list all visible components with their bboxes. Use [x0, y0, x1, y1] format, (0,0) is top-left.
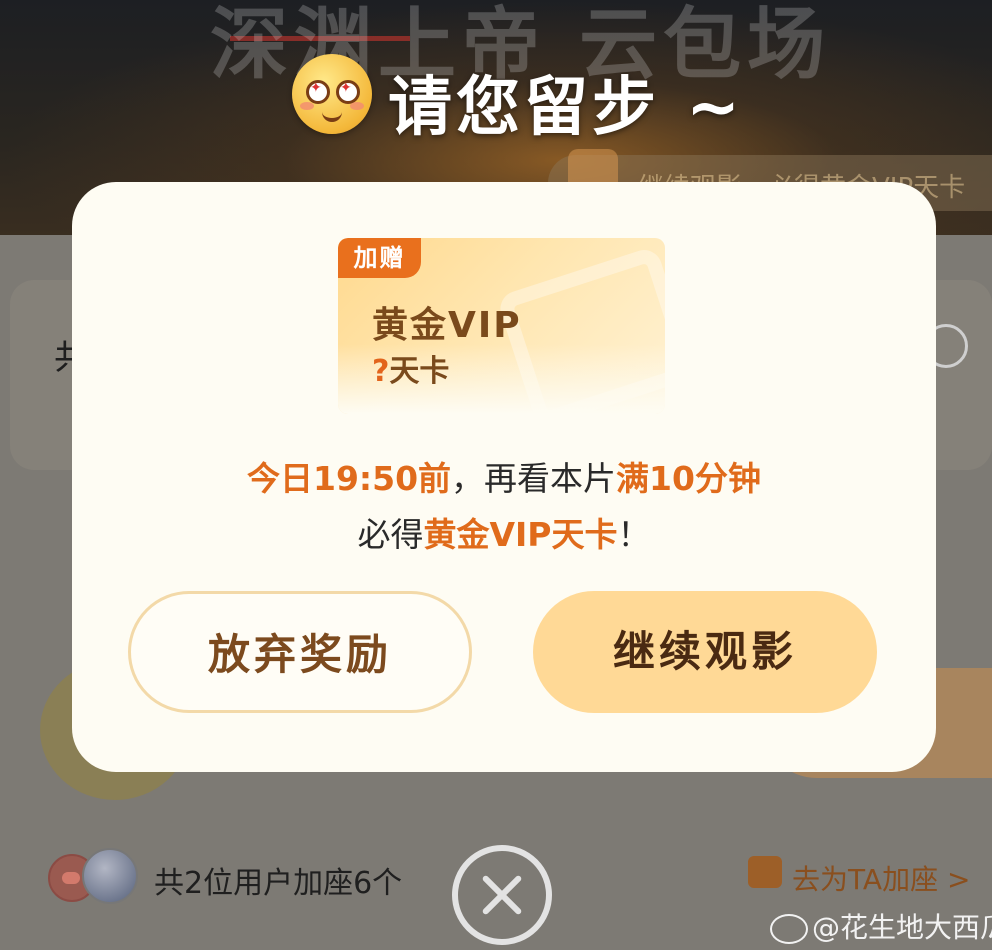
seat-icon [748, 856, 782, 888]
watermark: @花生地大西瓜 [770, 906, 992, 946]
reward-condition-line1: 今日19:50前，再看本片满10分钟 [72, 452, 936, 500]
seat-users-text: 共2位用户加座6个 [154, 866, 403, 901]
deadline-text: 今日19:50前 [247, 459, 452, 498]
vip-reward-card: 加赠 黄金VIP ?天卡 [338, 238, 665, 414]
avatar [82, 848, 138, 904]
close-icon[interactable] [452, 845, 552, 945]
give-up-reward-button[interactable]: 放弃奖励 [128, 591, 472, 713]
vip-card-duration: ?天卡 [372, 346, 449, 390]
condition-text: ，再看本片 [451, 459, 617, 498]
duration-requirement: 满10分钟 [616, 459, 761, 498]
retention-dialog: 加赠 黄金VIP ?天卡 今日19:50前，再看本片满10分钟 必得黄金VIP天… [72, 182, 936, 772]
smiling-emoji-icon [292, 54, 372, 134]
watermark-text: @花生地大西瓜 [812, 911, 992, 944]
vip-days-mark: ? [372, 354, 390, 389]
add-seat-link[interactable]: 去为TA加座 > [792, 858, 970, 898]
guarantee-text: 必得 [357, 515, 424, 554]
exclamation: ！ [617, 515, 651, 554]
reward-condition-line2: 必得黄金VIP天卡！ [72, 508, 936, 556]
continue-watching-button[interactable]: 继续观影 [533, 591, 877, 713]
vip-card-name: 黄金VIP [372, 305, 522, 346]
vip-days-suffix: 天卡 [389, 354, 450, 389]
weibo-icon [770, 914, 808, 944]
bonus-tag: 加赠 [338, 238, 421, 278]
dialog-title: 请您留步 ~ [388, 71, 744, 145]
reward-name: 黄金VIP天卡 [423, 515, 618, 554]
